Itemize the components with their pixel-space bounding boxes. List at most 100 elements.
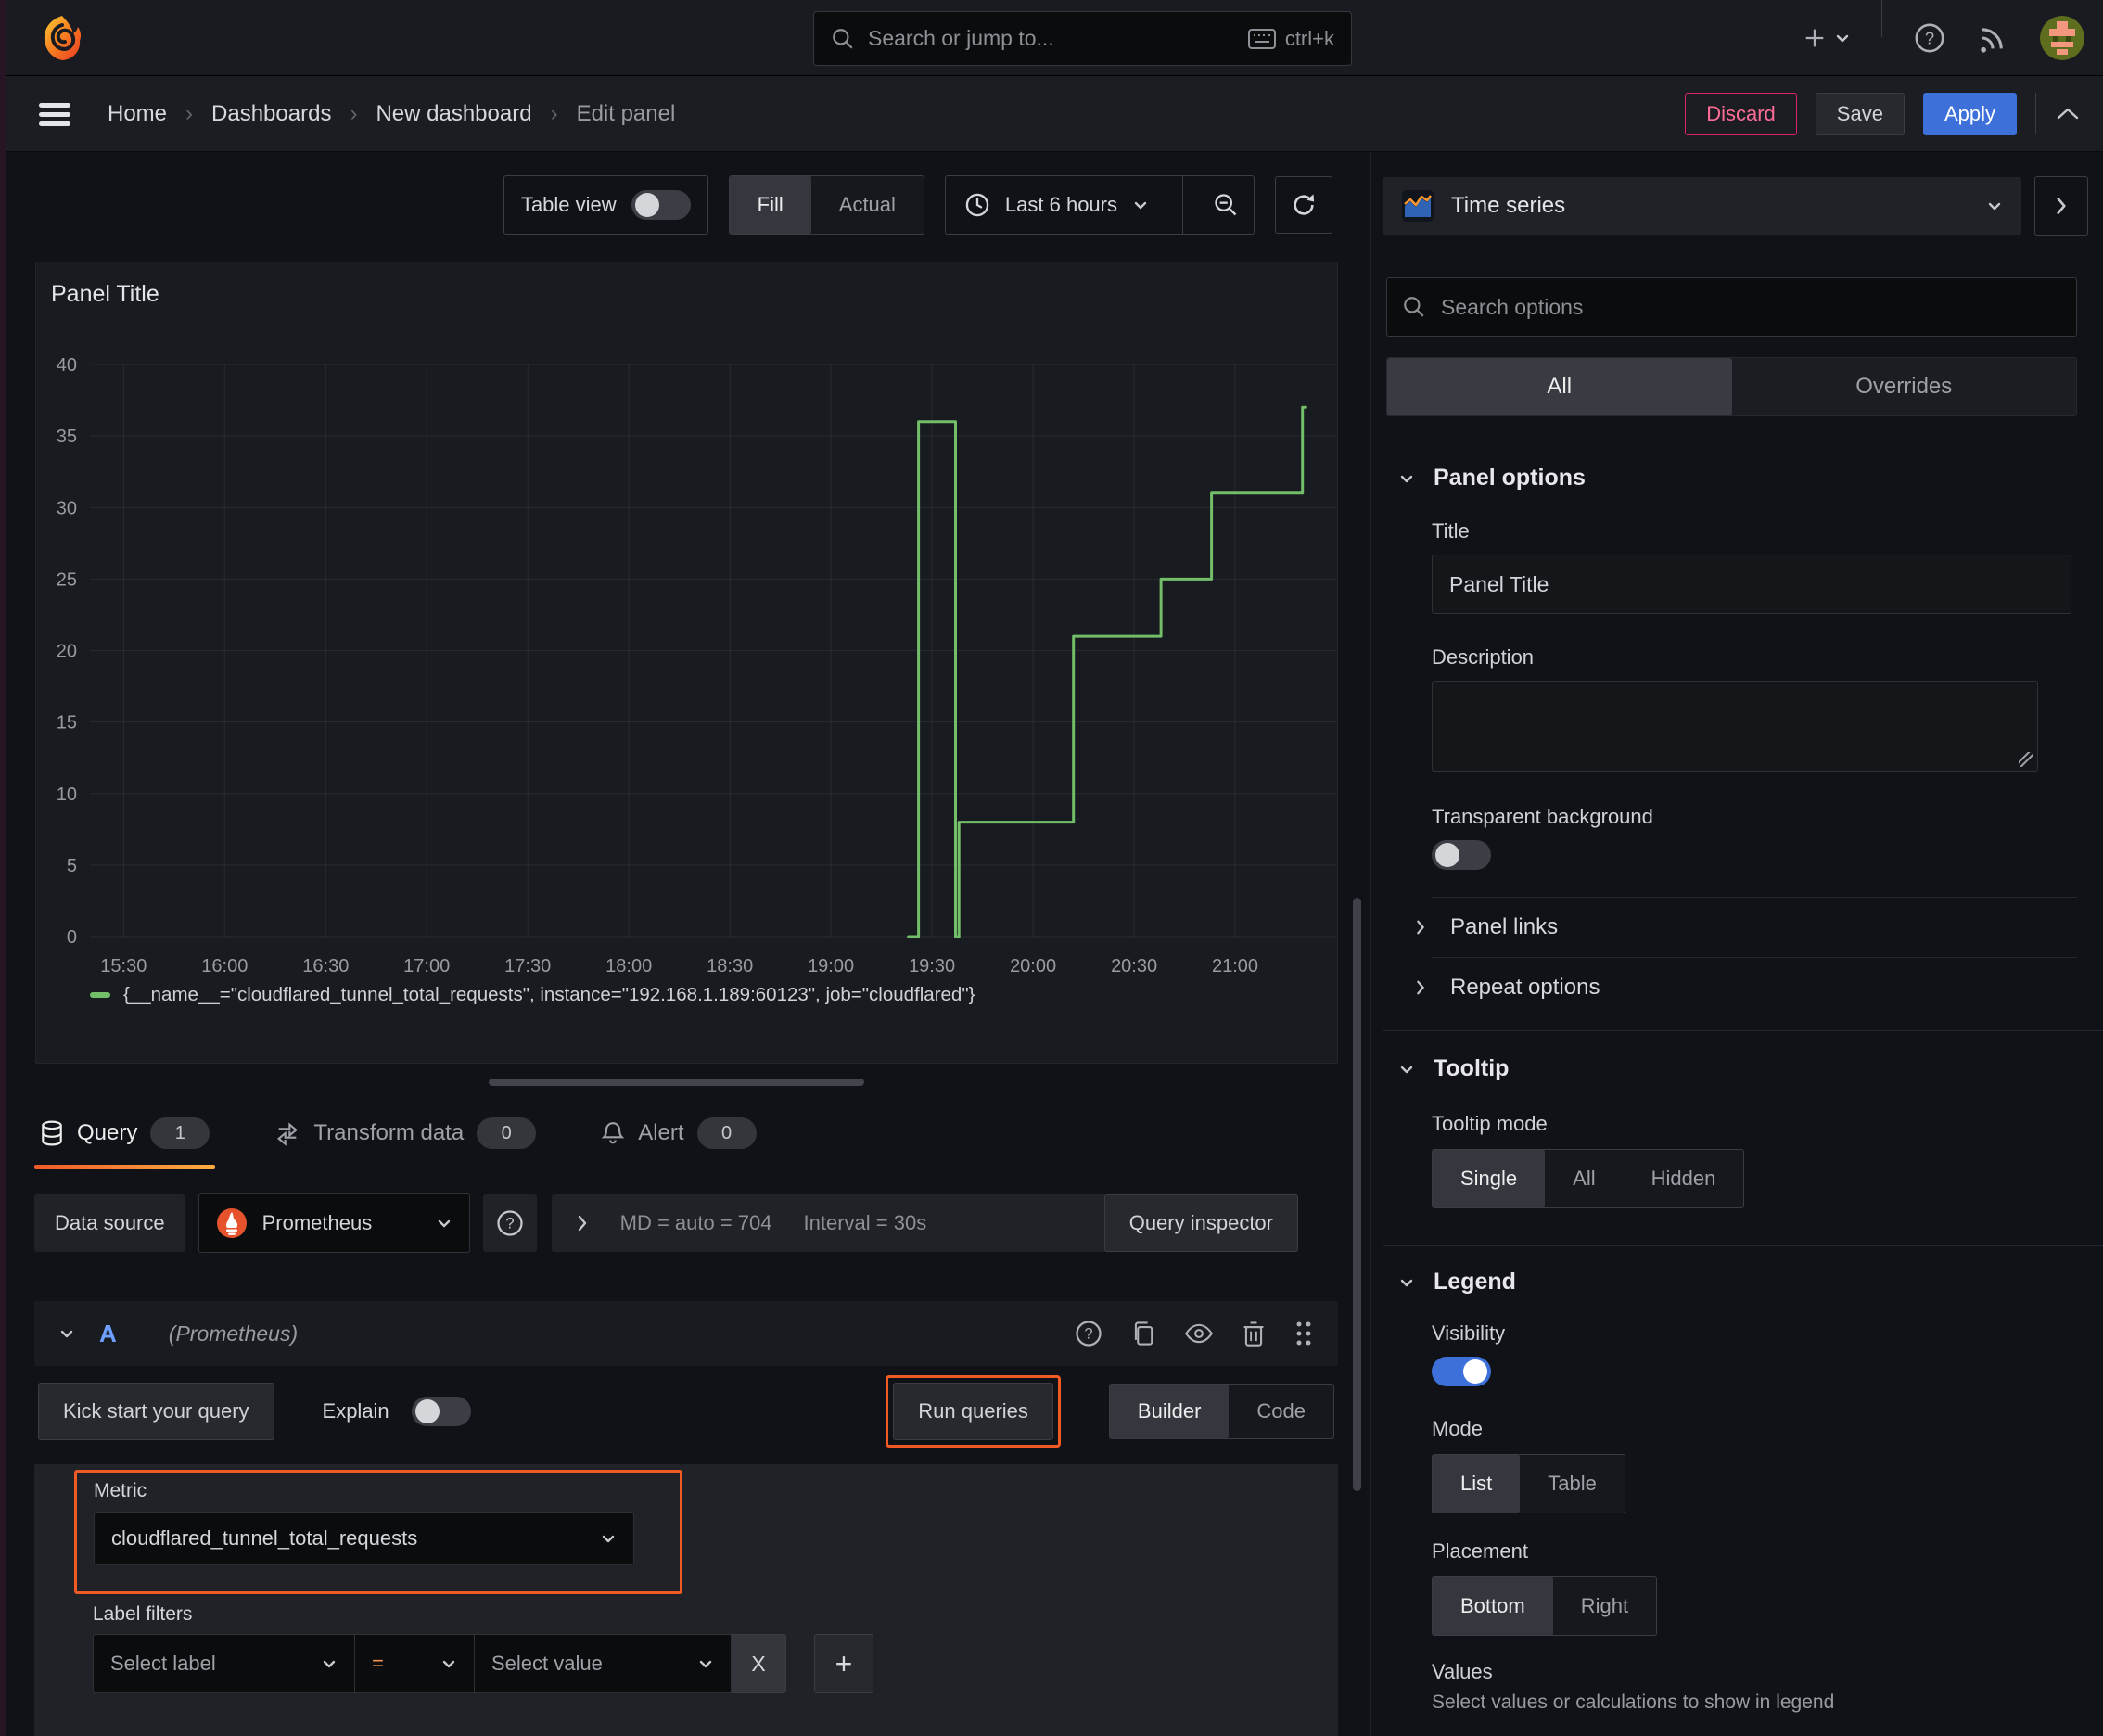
label-filter-operator-select[interactable]: = bbox=[355, 1634, 475, 1693]
svg-text:25: 25 bbox=[57, 569, 77, 590]
label-filters-label: Label filters bbox=[93, 1603, 193, 1625]
actual-option[interactable]: Actual bbox=[811, 176, 924, 234]
tab-all[interactable]: All bbox=[1387, 358, 1732, 415]
save-button[interactable]: Save bbox=[1815, 92, 1905, 135]
help-button[interactable]: ? bbox=[1914, 22, 1945, 54]
time-series-chart[interactable]: 0 5 10 15 20 25 30 35 40 15:30 16:00 16:30 17:00 17:3… bbox=[36, 344, 1337, 993]
tooltip-mode-switch: Single All Hidden bbox=[1432, 1149, 1745, 1208]
tooltip-mode-hidden[interactable]: Hidden bbox=[1624, 1150, 1744, 1207]
left-pane-scrollbar[interactable] bbox=[1353, 151, 1362, 1736]
discard-button[interactable]: Discard bbox=[1685, 92, 1797, 135]
grafana-logo-icon[interactable] bbox=[39, 14, 85, 62]
news-button[interactable] bbox=[1977, 22, 2008, 54]
collapse-editor-button[interactable] bbox=[2055, 106, 2081, 122]
user-avatar[interactable] bbox=[2040, 15, 2084, 60]
legend-visibility-toggle[interactable] bbox=[1432, 1357, 1491, 1386]
legend-series-swatch bbox=[90, 992, 110, 998]
svg-text:17:30: 17:30 bbox=[504, 956, 551, 976]
code-option[interactable]: Code bbox=[1229, 1385, 1333, 1438]
question-circle-icon: ? bbox=[497, 1210, 523, 1236]
metric-label: Metric bbox=[94, 1480, 147, 1501]
query-inspector-button[interactable]: Query inspector bbox=[1103, 1194, 1298, 1252]
tab-transform-count: 0 bbox=[477, 1117, 537, 1149]
top-bar-right: ? bbox=[1802, 0, 2084, 75]
breadcrumb-separator: › bbox=[350, 100, 358, 126]
resize-grip-icon[interactable] bbox=[2019, 752, 2033, 767]
new-menu-button[interactable] bbox=[1802, 25, 1850, 51]
chevron-down-icon bbox=[1400, 1066, 1413, 1073]
legend-title: Legend bbox=[1434, 1269, 1516, 1295]
chevron-down-icon bbox=[323, 1660, 336, 1668]
select-value-placeholder: Select value bbox=[491, 1652, 603, 1675]
chart-legend[interactable]: {__name__="cloudflared_tunnel_total_requ… bbox=[90, 984, 975, 1006]
global-search-input[interactable]: Search or jump to... ctrl+k bbox=[813, 11, 1352, 66]
explain-toggle[interactable] bbox=[411, 1397, 471, 1426]
panel-options-header[interactable]: Panel options bbox=[1398, 465, 2103, 491]
kick-start-button[interactable]: Kick start your query bbox=[38, 1383, 274, 1440]
title-label: Title bbox=[1432, 519, 1470, 542]
metric-select[interactable]: cloudflared_tunnel_total_requests bbox=[94, 1512, 634, 1565]
fill-option[interactable]: Fill bbox=[729, 176, 811, 234]
help-icon[interactable]: ? bbox=[1075, 1320, 1102, 1347]
description-label: Description bbox=[1432, 645, 1535, 669]
visualization-picker[interactable]: Time series bbox=[1383, 177, 2021, 235]
builder-option[interactable]: Builder bbox=[1109, 1385, 1230, 1438]
fill-actual-switch: Fill Actual bbox=[728, 175, 924, 235]
explain-label: Explain bbox=[322, 1399, 389, 1423]
menu-toggle-button[interactable] bbox=[37, 100, 72, 128]
tooltip-header[interactable]: Tooltip bbox=[1398, 1055, 2103, 1082]
tooltip-mode-all[interactable]: All bbox=[1545, 1150, 1623, 1207]
svg-text:20:00: 20:00 bbox=[1010, 956, 1056, 976]
scrollbar-thumb[interactable] bbox=[1353, 898, 1361, 1491]
repeat-options-section[interactable]: Repeat options bbox=[1415, 958, 2103, 1017]
svg-text:15:30: 15:30 bbox=[100, 956, 147, 976]
legend-placement-bottom[interactable]: Bottom bbox=[1433, 1577, 1553, 1635]
run-queries-button[interactable]: Run queries bbox=[893, 1383, 1053, 1440]
query-options-interval: Interval = 30s bbox=[803, 1211, 927, 1234]
refresh-button[interactable] bbox=[1275, 176, 1332, 234]
tab-alert[interactable]: Alert 0 bbox=[595, 1099, 761, 1168]
table-view-toggle[interactable] bbox=[631, 190, 691, 220]
drag-handle-icon[interactable] bbox=[1294, 1320, 1314, 1347]
panel-preview[interactable]: Panel Title 0 5 10 15 20 25 30 35 40 15:30 16:00 16… bbox=[35, 262, 1338, 1064]
zoom-out-time-button[interactable] bbox=[1198, 176, 1254, 234]
remove-filter-button[interactable]: X bbox=[732, 1634, 786, 1693]
datasource-picker[interactable]: Prometheus bbox=[198, 1194, 470, 1253]
chevron-right-icon bbox=[1417, 980, 1424, 995]
panel-title-input[interactable]: Panel Title bbox=[1432, 555, 2071, 614]
legend-header[interactable]: Legend bbox=[1398, 1269, 2103, 1296]
visibility-label: Visibility bbox=[1432, 1321, 1506, 1345]
duplicate-icon[interactable] bbox=[1130, 1320, 1156, 1347]
panel-links-section[interactable]: Panel links bbox=[1415, 898, 2103, 957]
add-filter-button[interactable]: + bbox=[814, 1634, 873, 1693]
label-filter-label-select[interactable]: Select label bbox=[93, 1634, 355, 1693]
breadcrumb-new-dashboard[interactable]: New dashboard bbox=[376, 101, 531, 127]
panel-description-input[interactable] bbox=[1432, 681, 2038, 772]
datasource-help-button[interactable]: ? bbox=[482, 1194, 537, 1252]
time-range-picker[interactable]: Last 6 hours bbox=[946, 192, 1167, 218]
tab-query[interactable]: Query 1 bbox=[34, 1099, 216, 1169]
legend-placement-right[interactable]: Right bbox=[1553, 1577, 1656, 1635]
options-search-input[interactable]: Search options bbox=[1386, 277, 2077, 337]
trash-icon[interactable] bbox=[1242, 1320, 1266, 1347]
tab-overrides[interactable]: Overrides bbox=[1732, 358, 2077, 415]
legend-mode-list[interactable]: List bbox=[1433, 1455, 1521, 1513]
tab-query-count: 1 bbox=[150, 1117, 210, 1149]
collapse-options-button[interactable] bbox=[2034, 176, 2088, 236]
tooltip-mode-single[interactable]: Single bbox=[1433, 1150, 1546, 1207]
apply-button[interactable]: Apply bbox=[1922, 92, 2017, 135]
chevron-right-icon[interactable] bbox=[576, 1214, 589, 1232]
editor-resize-handle[interactable] bbox=[488, 1079, 864, 1086]
legend-values-hint: Select values or calculations to show in… bbox=[1432, 1691, 1835, 1713]
label-filter-value-select[interactable]: Select value bbox=[475, 1634, 732, 1693]
legend-mode-table[interactable]: Table bbox=[1520, 1455, 1625, 1513]
hide-response-eye-icon[interactable] bbox=[1184, 1320, 1214, 1347]
tab-transform-data[interactable]: Transform data 0 bbox=[269, 1099, 542, 1168]
chevron-right-icon bbox=[1417, 920, 1424, 935]
legend-series-label[interactable]: {__name__="cloudflared_tunnel_total_requ… bbox=[123, 984, 975, 1006]
panel-title[interactable]: Panel Title bbox=[51, 281, 159, 308]
transparent-background-toggle[interactable] bbox=[1432, 840, 1491, 870]
breadcrumb-dashboards[interactable]: Dashboards bbox=[211, 101, 331, 127]
breadcrumb-home[interactable]: Home bbox=[108, 101, 167, 127]
query-row-header[interactable]: A (Prometheus) ? bbox=[34, 1301, 1338, 1366]
